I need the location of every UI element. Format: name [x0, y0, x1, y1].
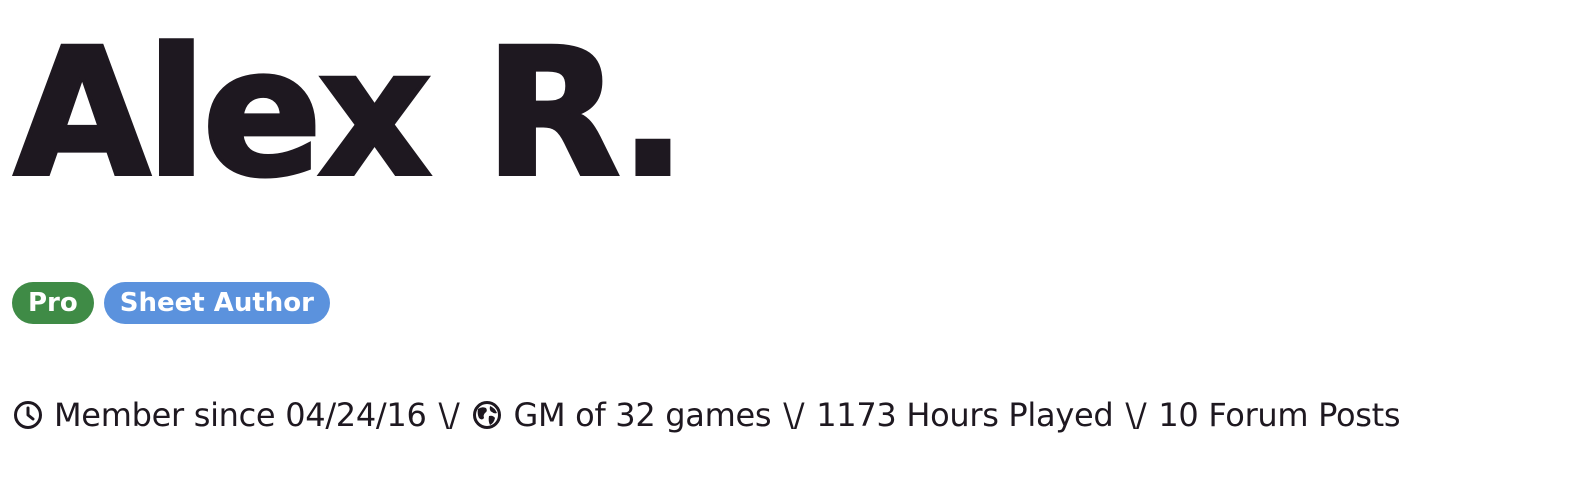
profile-stats: Member since 04/24/16 \/ GM of 32 games … [12, 396, 1401, 434]
sheet-author-badge: Sheet Author [103, 282, 330, 324]
hours-played-text: 1173 Hours Played [816, 396, 1114, 434]
clock-icon [12, 399, 44, 431]
forum-posts-text: 10 Forum Posts [1158, 396, 1401, 434]
gm-games-text: GM of 32 games [513, 396, 772, 434]
pro-badge: Pro [12, 282, 94, 324]
stats-separator: \/ [783, 396, 805, 434]
profile-header: Alex R. Pro Sheet Author Member since 04… [12, 0, 1554, 488]
member-since-text: Member since 04/24/16 [54, 396, 427, 434]
badge-row: Pro Sheet Author [12, 282, 330, 324]
profile-name: Alex R. [12, 11, 688, 216]
globe-icon [471, 399, 503, 431]
stats-separator: \/ [1125, 396, 1147, 434]
stats-separator: \/ [438, 396, 460, 434]
